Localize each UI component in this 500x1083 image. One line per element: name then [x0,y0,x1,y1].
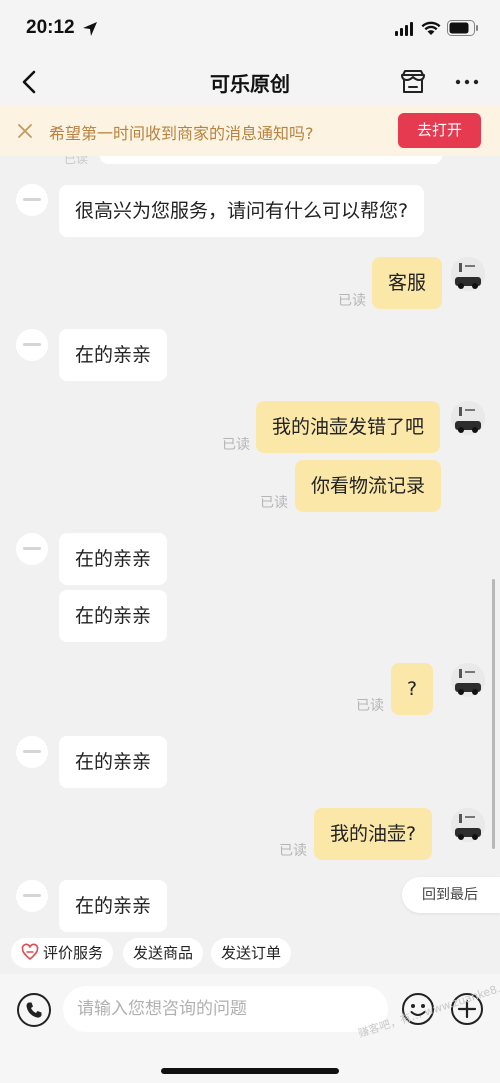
partial-message-bubble [100,156,442,164]
back-to-bottom-button[interactable]: 回到最后 [402,877,500,913]
status-bar: 20:12 [0,0,500,58]
message-input[interactable]: 请输入您想咨询的问题 [63,986,388,1032]
read-mark: 已读 [64,156,89,166]
heart-rating-icon [21,943,39,961]
shop-avatar[interactable] [16,329,48,361]
read-mark: 已读 [356,698,384,714]
incoming-message: 在的亲亲 [59,533,168,585]
incoming-message: 在的亲亲 [59,736,168,788]
chat-scrollbar[interactable] [492,579,495,849]
outgoing-message: 我的油壶? [314,808,433,860]
chat-messages[interactable]: 已读 很高兴为您服务，请问有什么可以帮您? 已读 客服 在的亲亲 已读 我的油壶… [0,156,500,932]
enable-notifications-button[interactable]: 去打开 [398,113,481,148]
wifi-icon [421,21,441,35]
incoming-message: 在的亲亲 [59,590,168,642]
user-avatar[interactable] [451,401,485,435]
shop-avatar[interactable] [16,533,48,565]
quick-actions-bar: 评价服务 发送商品 发送订单 [0,932,500,974]
home-indicator [161,1068,339,1074]
status-time: 20:12 [26,17,75,38]
shop-avatar[interactable] [16,184,48,216]
incoming-message: 在的亲亲 [59,880,168,932]
user-avatar-image [451,401,485,435]
outgoing-message: 你看物流记录 [295,460,442,512]
send-order-chip[interactable]: 发送订单 [211,938,292,968]
battery-icon [447,20,478,36]
more-options-icon[interactable] [450,65,484,99]
cellular-signal-icon [395,22,413,36]
read-mark: 已读 [222,437,250,453]
shop-avatar[interactable] [16,880,48,912]
user-avatar-image [451,663,485,697]
read-mark: 已读 [279,843,307,859]
input-bar: 请输入您想咨询的问题 [0,974,500,1083]
outgoing-message: 我的油壶发错了吧 [256,401,441,453]
user-avatar-image [451,808,485,842]
rate-service-chip[interactable]: 评价服务 [11,938,114,968]
shop-icon[interactable] [396,65,430,99]
user-avatar-image [451,257,485,291]
user-avatar[interactable] [451,808,485,842]
incoming-message: 很高兴为您服务，请问有什么可以帮您? [59,185,425,237]
nav-bar: 可乐原创 [0,58,500,106]
read-mark: 已读 [338,293,366,309]
read-mark: 已读 [260,495,288,511]
phone-icon[interactable] [16,992,52,1028]
user-avatar[interactable] [451,663,485,697]
send-product-chip[interactable]: 发送商品 [123,938,204,968]
close-icon[interactable] [14,120,36,142]
chip-label: 评价服务 [43,944,104,962]
notice-text: 希望第一时间收到商家的消息通知吗? [49,124,314,143]
incoming-message: 在的亲亲 [59,329,168,381]
outgoing-message: ? [391,663,434,715]
location-arrow-icon [83,22,97,36]
user-avatar[interactable] [451,257,485,291]
outgoing-message: 客服 [372,257,443,309]
shop-avatar[interactable] [16,736,48,768]
